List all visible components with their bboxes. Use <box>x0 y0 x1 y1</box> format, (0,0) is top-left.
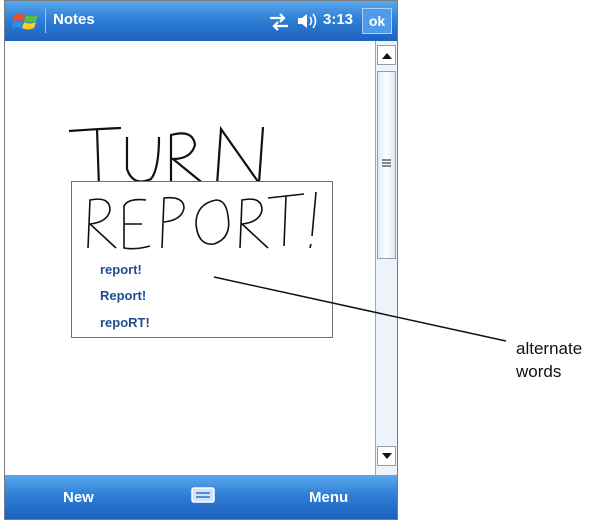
connectivity-arrows-icon[interactable] <box>268 13 290 31</box>
handwriting-ink-turn <box>68 125 265 188</box>
callout-label: alternate words <box>516 337 582 383</box>
alternates-popup: report! Report! repoRT! <box>71 181 333 338</box>
callout-line-2: words <box>516 362 562 381</box>
arrow-down-icon <box>382 453 392 459</box>
app-title: Notes <box>53 11 95 28</box>
title-bar: Notes 3:13 ok <box>5 1 397 41</box>
alternate-word-option[interactable]: report! <box>100 262 142 277</box>
alternate-word-option[interactable]: repoRT! <box>100 315 150 330</box>
scroll-down-button[interactable] <box>377 446 396 466</box>
new-button[interactable]: New <box>63 489 94 506</box>
scroll-up-button[interactable] <box>377 45 396 65</box>
title-separator <box>45 9 46 33</box>
windows-flag-icon[interactable] <box>11 8 43 34</box>
grip-icon <box>382 159 391 167</box>
alternate-word-option[interactable]: Report! <box>100 288 146 303</box>
speaker-icon[interactable] <box>296 11 320 31</box>
keyboard-icon[interactable] <box>191 485 215 505</box>
callout-line-1: alternate <box>516 339 583 358</box>
ok-button[interactable]: ok <box>362 8 392 34</box>
handwriting-ink-report <box>87 191 317 250</box>
vertical-scrollbar[interactable] <box>375 41 397 475</box>
arrow-up-icon <box>382 53 392 59</box>
scroll-thumb[interactable] <box>377 71 396 259</box>
menu-button[interactable]: Menu <box>309 489 348 506</box>
clock[interactable]: 3:13 <box>323 11 353 28</box>
menu-bar: New Menu <box>5 475 397 519</box>
pocket-pc-screen: Notes 3:13 ok report! Report! repoRT! Ne… <box>4 0 398 520</box>
